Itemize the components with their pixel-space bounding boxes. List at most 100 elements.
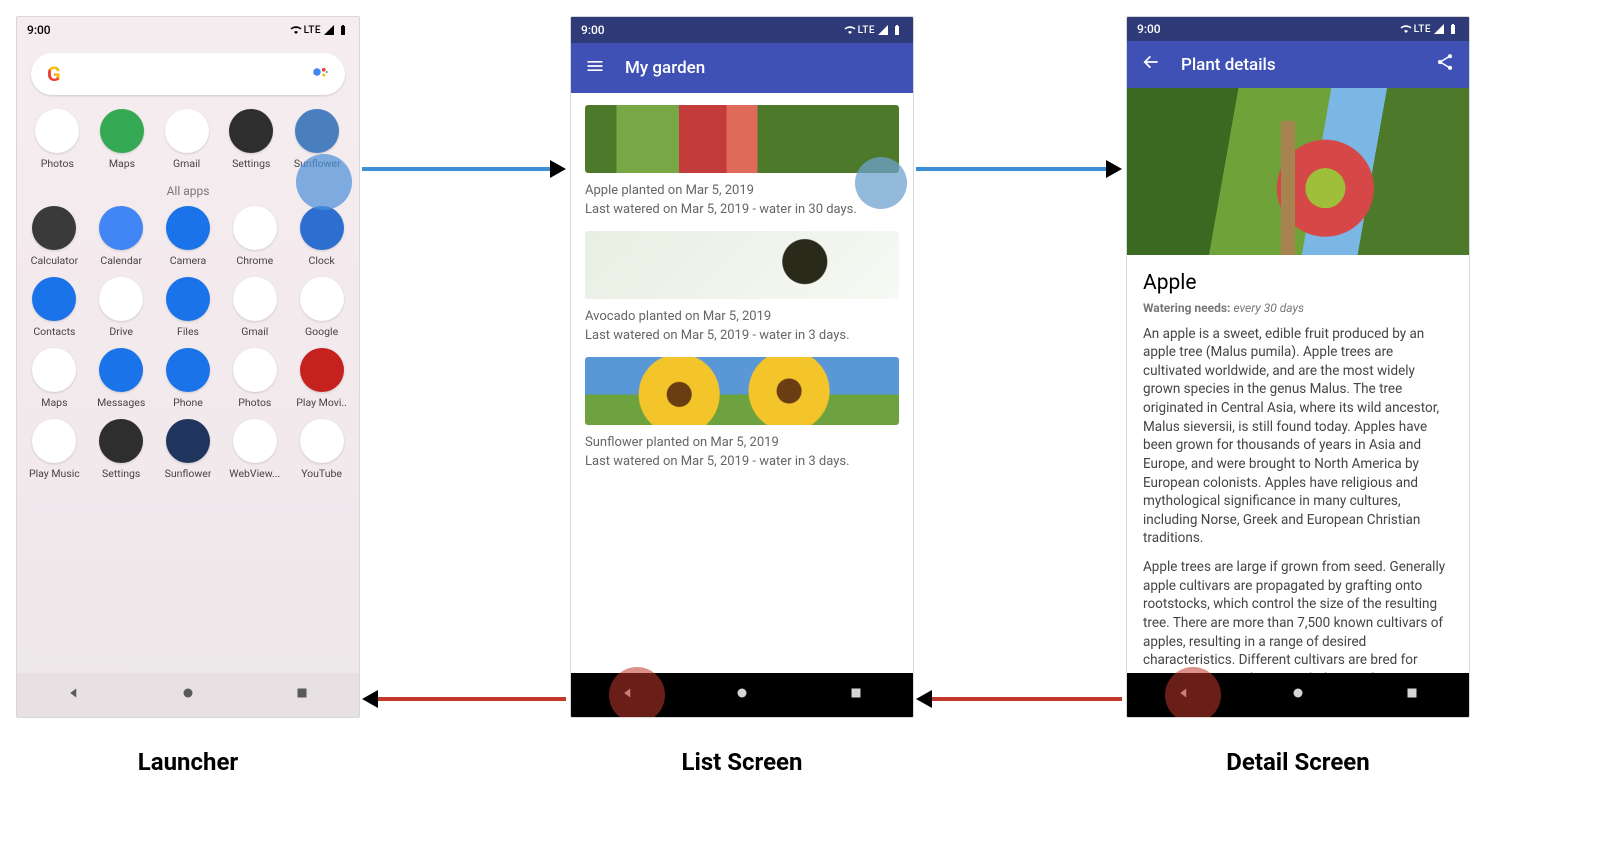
hamburger-icon[interactable]: [585, 56, 605, 81]
nav-recents-button[interactable]: [293, 684, 311, 706]
app-label: Contacts: [33, 325, 75, 338]
hero-image: [1127, 88, 1469, 254]
assistant-icon[interactable]: [311, 63, 329, 85]
plant-watered-text: Last watered on Mar 5, 2019 - water in 3…: [585, 202, 899, 217]
plant-image: [585, 105, 899, 173]
app-phone[interactable]: Phone: [157, 348, 220, 409]
app-files[interactable]: Files: [157, 277, 220, 338]
nav-recents-button[interactable]: [1403, 684, 1421, 706]
app-drive[interactable]: Drive: [90, 277, 153, 338]
app-webview-[interactable]: WebView...: [223, 419, 286, 480]
app-sunflower[interactable]: Sunflower: [157, 419, 220, 480]
plant-planted-text: Avocado planted on Mar 5, 2019: [585, 309, 899, 324]
google-g-icon: G: [47, 62, 61, 86]
app-bar: Plant details: [1127, 41, 1469, 88]
plant-planted-text: Sunflower planted on Mar 5, 2019: [585, 435, 899, 450]
app-icon: [166, 348, 210, 392]
app-calendar[interactable]: Calendar: [90, 206, 153, 267]
nav-home-button[interactable]: [179, 684, 197, 706]
phone-launcher: 9:00 LTE G Photos Maps Gmail Set: [16, 16, 360, 718]
back-arrow-icon[interactable]: [1141, 52, 1161, 77]
plant-name: Apple: [1143, 271, 1453, 295]
app-label: Maps: [109, 157, 135, 170]
app-icon: [300, 419, 344, 463]
nav-home-button[interactable]: [1289, 684, 1307, 706]
nav-bar: [17, 673, 359, 717]
app-bar: My garden: [571, 43, 913, 93]
app-messages[interactable]: Messages: [90, 348, 153, 409]
app-label: Settings: [102, 467, 140, 480]
app-label: Settings: [232, 157, 270, 170]
arrow-list-back-launcher: [362, 694, 566, 704]
plant-card[interactable]: Sunflower planted on Mar 5, 2019 Last wa…: [585, 357, 899, 469]
app-play-movi-[interactable]: Play Movi..: [290, 348, 353, 409]
app-icon: [32, 419, 76, 463]
app-label: Clock: [308, 254, 334, 267]
app-label: WebView...: [229, 467, 280, 480]
app-label: Calculator: [31, 254, 79, 267]
app-google[interactable]: Google: [290, 277, 353, 338]
caption-launcher: Launcher: [16, 748, 360, 776]
nav-recents-button[interactable]: [847, 684, 865, 706]
app-chrome[interactable]: Chrome: [223, 206, 286, 267]
app-icon: [300, 206, 344, 250]
status-icons: LTE: [290, 24, 349, 36]
wifi-icon: [1400, 23, 1412, 35]
app-label: Calendar: [100, 254, 142, 267]
app-icon: [166, 419, 210, 463]
battery-icon: [337, 24, 349, 36]
battery-icon: [1447, 23, 1459, 35]
app-clock[interactable]: Clock: [290, 206, 353, 267]
app-icon: [35, 109, 79, 153]
app-photos[interactable]: Photos: [223, 348, 286, 409]
status-time: 9:00: [581, 23, 605, 37]
app-label: Google: [305, 325, 338, 338]
watering-needs: Watering needs: every 30 days: [1143, 301, 1453, 315]
app-icon: [99, 419, 143, 463]
plant-card[interactable]: Apple planted on Mar 5, 2019 Last watere…: [585, 105, 899, 217]
app-calculator[interactable]: Calculator: [23, 206, 86, 267]
share-icon[interactable]: [1435, 52, 1455, 77]
app-icon: [229, 109, 273, 153]
phone-detail-screen: 9:00 LTE Plant details Apple Watering ne…: [1126, 16, 1470, 718]
signal-icon: [323, 24, 335, 36]
app-icon: [233, 206, 277, 250]
app-label: Play Music: [29, 467, 80, 480]
app-contacts[interactable]: Contacts: [23, 277, 86, 338]
detail-body[interactable]: Apple Watering needs: every 30 days An a…: [1127, 255, 1469, 718]
phone-list-screen: 9:00 LTE My garden Apple planted on Mar …: [570, 16, 914, 718]
app-label: Gmail: [241, 325, 268, 338]
app-icon: [32, 348, 76, 392]
app-label: Photos: [41, 157, 74, 170]
app-settings[interactable]: Settings: [90, 419, 153, 480]
plant-card[interactable]: Avocado planted on Mar 5, 2019 Last wate…: [585, 231, 899, 343]
description-para-1: An apple is a sweet, edible fruit produc…: [1143, 325, 1453, 549]
app-icon: [233, 348, 277, 392]
plant-watered-text: Last watered on Mar 5, 2019 - water in 3…: [585, 454, 899, 469]
app-label: Drive: [109, 325, 133, 338]
favorite-app-photos[interactable]: Photos: [35, 109, 79, 170]
nav-back-button[interactable]: [65, 684, 83, 706]
app-gmail[interactable]: Gmail: [223, 277, 286, 338]
app-maps[interactable]: Maps: [23, 348, 86, 409]
app-label: Messages: [97, 396, 145, 409]
battery-icon: [891, 24, 903, 36]
status-icons: LTE: [1400, 23, 1459, 35]
app-icon: [300, 348, 344, 392]
app-camera[interactable]: Camera: [157, 206, 220, 267]
nav-bar: [571, 673, 913, 717]
wifi-icon: [290, 24, 302, 36]
arrow-list-to-detail: [916, 164, 1122, 174]
search-bar[interactable]: G: [31, 53, 345, 95]
favorite-app-settings[interactable]: Settings: [229, 109, 273, 170]
caption-list: List Screen: [570, 748, 914, 776]
app-icon: [233, 277, 277, 321]
nav-home-button[interactable]: [733, 684, 751, 706]
favorite-app-gmail[interactable]: Gmail: [165, 109, 209, 170]
app-play-music[interactable]: Play Music: [23, 419, 86, 480]
status-time: 9:00: [27, 23, 51, 37]
app-youtube[interactable]: YouTube: [290, 419, 353, 480]
favorite-app-maps[interactable]: Maps: [100, 109, 144, 170]
status-time: 9:00: [1137, 22, 1161, 36]
app-label: Files: [177, 325, 199, 338]
